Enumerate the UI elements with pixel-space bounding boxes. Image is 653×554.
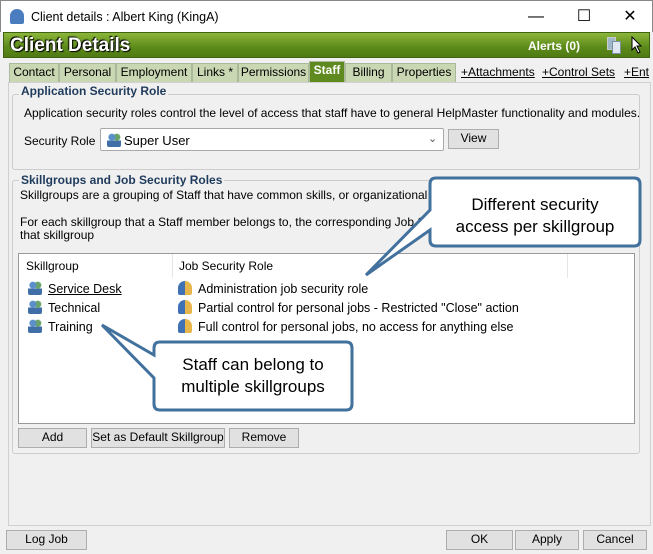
callout-bottom-text: Staff can belong to multiple skillgroups bbox=[181, 355, 325, 396]
log-job-button[interactable]: Log Job bbox=[6, 530, 87, 550]
cancel-button[interactable]: Cancel bbox=[583, 530, 647, 550]
callout-top-text: Different security access per skillgroup bbox=[455, 195, 615, 236]
apply-button[interactable]: Apply bbox=[515, 530, 579, 550]
callout-overlay bbox=[100, 176, 642, 412]
ok-button[interactable]: OK bbox=[446, 530, 513, 550]
